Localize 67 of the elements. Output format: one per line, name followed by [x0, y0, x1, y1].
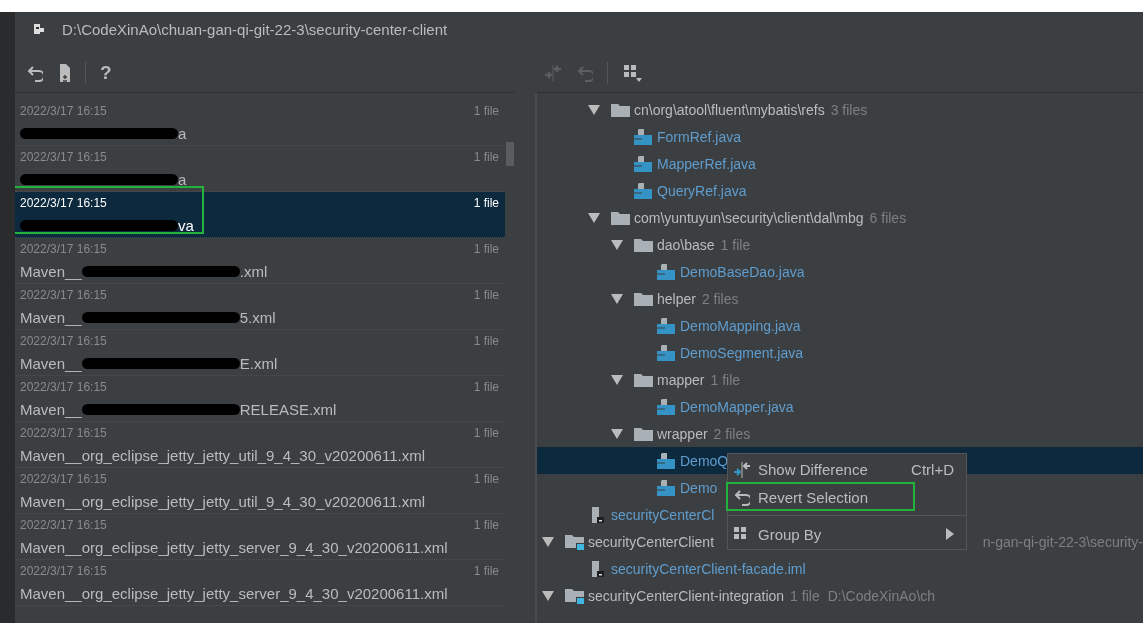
folder-name: dao\base — [657, 236, 715, 253]
file-name: MapperRef.java — [657, 155, 756, 172]
file-name: Maven__ — [20, 401, 82, 418]
folder-name: helper — [657, 290, 696, 307]
commit-date: 2022/3/17 16:15 — [20, 518, 107, 532]
commit-date: 2022/3/17 16:15 — [20, 242, 107, 256]
file-count: 1 file — [473, 288, 499, 302]
commit-date: 2022/3/17 16:15 — [20, 150, 107, 164]
file-name: Maven__ — [20, 355, 82, 372]
file-name: Maven__org_eclipse_jetty_jetty_server_9_4_30_v20200611.xml — [20, 539, 448, 556]
folder-name: com\yuntuyun\security\client\dal\mbg — [634, 209, 864, 226]
file-count: 1 file — [473, 334, 499, 348]
folder-name: mapper — [657, 371, 705, 388]
commit-date: 2022/3/17 16:15 — [20, 334, 107, 348]
file-name: a — [178, 125, 187, 142]
file-count: 1 file — [790, 587, 820, 604]
commit-date: 2022/3/17 16:15 — [20, 380, 107, 394]
file-name: va — [178, 217, 194, 234]
module-path: n-gan-qi-git-22-3\security- — [982, 533, 1143, 550]
file-count: 6 files — [869, 209, 907, 226]
file-count: 2 files — [701, 290, 739, 307]
file-name: DemoSegment.java — [680, 344, 803, 361]
folder-name: cn\org\atool\fluent\mybatis\refs — [634, 101, 825, 118]
file-name: DemoBaseDao.java — [680, 263, 805, 280]
file-count: 1 file — [473, 472, 499, 486]
commit-date: 2022/3/17 16:15 — [20, 564, 107, 578]
commit-date: 2022/3/17 16:15 — [20, 426, 107, 440]
file-count: 1 file — [473, 518, 499, 532]
file-name: FormRef.java — [657, 128, 742, 145]
file-name: Maven__org_eclipse_jetty_jetty_util_9_4_30_v20200611.xml — [20, 493, 425, 510]
commit-date: 2022/3/17 16:15 — [20, 472, 107, 486]
file-name: Demo — [680, 479, 718, 496]
file-count: 1 file — [473, 196, 499, 210]
file-count: 1 file — [473, 380, 499, 394]
file-count: 2 files — [713, 425, 751, 442]
commit-date: 2022/3/17 16:15 — [20, 196, 107, 210]
file-count: 3 files — [830, 101, 868, 118]
file-name: QueryRef.java — [657, 182, 747, 199]
file-name: Maven__ — [20, 263, 82, 280]
file-name: DemoQ — [680, 452, 729, 469]
file-name: Maven__org_eclipse_jetty_jetty_server_9_4_30_v20200611.xml — [20, 585, 448, 602]
file-name: 5.xml — [239, 309, 276, 326]
file-name: DemoMapper.java — [680, 398, 794, 415]
file-name: a — [178, 171, 187, 188]
file-count: 1 file — [710, 371, 741, 388]
file-name: E.xml — [239, 355, 278, 372]
file-count: 1 file — [473, 150, 499, 164]
file-count: 1 file — [473, 426, 499, 440]
folder-name: securityCenterClient-integration — [588, 587, 785, 604]
module-path: D:\CodeXinAo\ch — [827, 587, 936, 604]
file-name: securityCenterCl — [611, 506, 715, 523]
file-name: DemoMapping.java — [680, 317, 801, 334]
file-name: Maven__org_eclipse_jetty_jetty_util_9_4_30_v20200611.xml — [20, 447, 425, 464]
folder-name: wrapper — [657, 425, 708, 442]
window-title: D:\CodeXinAo\chuan-gan-qi-git-22-3\security-center-client — [62, 20, 448, 38]
file-name: Maven__ — [20, 309, 82, 326]
file-count: 1 file — [473, 104, 499, 118]
file-count: 1 file — [473, 564, 499, 578]
commit-date: 2022/3/17 16:15 — [20, 104, 107, 118]
file-name: .xml — [239, 263, 268, 280]
shortcut-label: Ctrl+D — [911, 460, 954, 478]
file-count: 1 file — [473, 242, 499, 256]
file-name: securityCenterClient-facade.iml — [611, 560, 806, 577]
file-name: RELEASE.xml — [239, 401, 337, 418]
commit-date: 2022/3/17 16:15 — [20, 288, 107, 302]
folder-name: securityCenterClient — [588, 533, 715, 550]
file-count: 1 file — [720, 236, 751, 253]
